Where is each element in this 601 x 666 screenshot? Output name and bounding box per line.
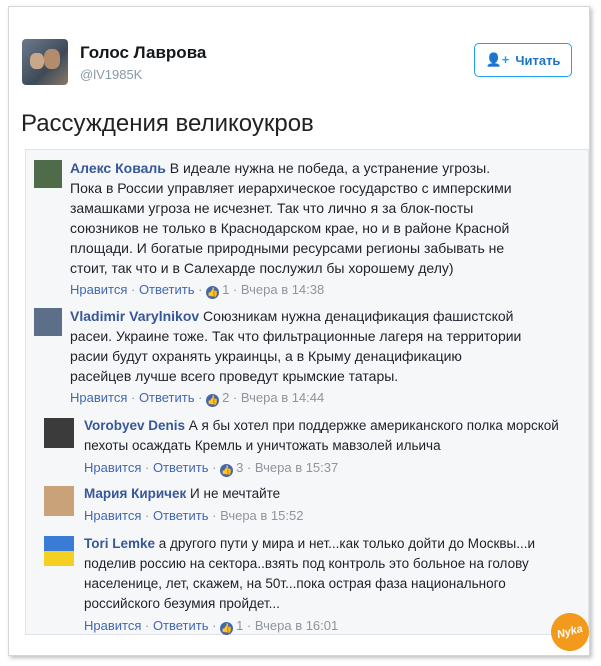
- like-link[interactable]: Нравится: [84, 508, 141, 523]
- comment-text-line: В идеале нужна не победа, а устранение у…: [165, 160, 491, 176]
- comment-text-line: населенице, лет, скажем, на 50т...пока о…: [84, 576, 506, 591]
- avatar[interactable]: [34, 308, 62, 336]
- comment-author[interactable]: Мария Киричек: [84, 486, 186, 501]
- reply-link[interactable]: Ответить: [139, 390, 195, 405]
- screenshot-frame: Голос Лаврова @lV1985K 👤+ Читать Рассужд…: [8, 6, 594, 656]
- comment-meta: Нравится · Ответить · 👍 3 · Вчера в 15:37: [84, 460, 339, 477]
- like-icon: 👍: [206, 394, 220, 407]
- like-count[interactable]: 2: [222, 390, 229, 405]
- like-link[interactable]: Нравится: [84, 460, 141, 475]
- account-name[interactable]: Голос Лаврова: [80, 43, 206, 63]
- comment-text-line: Пока в России управляет иерархическое го…: [70, 180, 512, 196]
- timestamp[interactable]: Вчера в 14:44: [241, 390, 324, 405]
- comment-text-line: площади. И богатые природными ресурсами …: [70, 240, 505, 256]
- timestamp[interactable]: Вчера в 15:37: [255, 460, 338, 475]
- comment-text-line: А я бы хотел при поддержке американского…: [185, 418, 559, 433]
- timestamp[interactable]: Вчера в 14:38: [241, 282, 324, 297]
- like-icon: 👍: [220, 622, 234, 635]
- comments-screenshot: Алекс Коваль В идеале нужна не победа, а…: [25, 149, 589, 635]
- comment-text-line: расеи. Украине тоже. Так что фильтрацион…: [70, 328, 522, 344]
- reply-link[interactable]: Ответить: [153, 618, 209, 633]
- follow-label: Читать: [515, 52, 561, 68]
- comment-meta: Нравится · Ответить · 👍 2 · Вчера в 14:44: [70, 390, 325, 407]
- tweet-header: Голос Лаврова @lV1985K 👤+ Читать: [22, 39, 572, 94]
- comment-meta: Нравится · Ответить · 👍 1 · Вчера в 14:38: [70, 282, 325, 299]
- avatar[interactable]: [44, 486, 74, 516]
- comment-author[interactable]: Vorobyev Denis: [84, 418, 185, 433]
- avatar[interactable]: [34, 160, 62, 188]
- avatar[interactable]: [44, 418, 74, 448]
- comment-text-line: союзников не только в Краснодарском крае…: [70, 220, 510, 236]
- comment-text-line: И не мечтайте: [186, 486, 281, 501]
- comment-text-line: российского безумия пройдет...: [84, 596, 280, 611]
- comment-text-line: расейцев лучше всего проведут крымские т…: [70, 368, 399, 384]
- comment-author[interactable]: Алекс Коваль: [70, 160, 166, 176]
- like-link[interactable]: Нравится: [70, 282, 127, 297]
- comment-author[interactable]: Vladimir Varylnikov: [70, 308, 199, 324]
- comment-text-line: расии будут охранять украинцы, а в Крыму…: [70, 348, 462, 364]
- like-link[interactable]: Нравится: [70, 390, 127, 405]
- comment-text-line: поделив россию на сектора..взять под кон…: [84, 556, 529, 571]
- comment-meta: Нравится · Ответить · 👍 1 · Вчера в 16:01: [84, 618, 339, 635]
- tweet-text: Рассуждения великоукров: [21, 110, 314, 137]
- comment-author[interactable]: Tori Lemke: [84, 536, 155, 551]
- comment-text-line: а другого пути у мира и нет...как только…: [155, 536, 536, 551]
- reply-link[interactable]: Ответить: [153, 508, 209, 523]
- comment-text-line: замашками угроза не исчезнет. Так что ли…: [70, 200, 474, 216]
- comment-text-line: Союзникам нужна денацификация фашистской: [199, 308, 514, 324]
- like-link[interactable]: Нравится: [84, 618, 141, 633]
- like-count[interactable]: 1: [222, 282, 229, 297]
- like-icon: 👍: [220, 464, 234, 477]
- timestamp[interactable]: Вчера в 15:52: [220, 508, 303, 523]
- avatar[interactable]: [44, 536, 74, 566]
- comment-meta: Нравится · Ответить · Вчера в 15:52: [84, 508, 304, 523]
- comment-text-line: пехоты осаждать Кремль и уничтожать мавз…: [84, 438, 441, 453]
- like-icon: 👍: [206, 286, 220, 299]
- follow-button[interactable]: 👤+ Читать: [474, 43, 572, 77]
- avatar[interactable]: [22, 39, 68, 85]
- reply-link[interactable]: Ответить: [153, 460, 209, 475]
- like-count[interactable]: 3: [236, 460, 243, 475]
- timestamp[interactable]: Вчера в 16:01: [255, 618, 338, 633]
- reply-link[interactable]: Ответить: [139, 282, 195, 297]
- add-user-icon: 👤+: [485, 52, 510, 67]
- comment-text-line: стоит, так что и в Салехарде послужил бы…: [70, 260, 454, 276]
- account-handle: @lV1985K: [80, 67, 143, 82]
- like-count[interactable]: 1: [236, 618, 243, 633]
